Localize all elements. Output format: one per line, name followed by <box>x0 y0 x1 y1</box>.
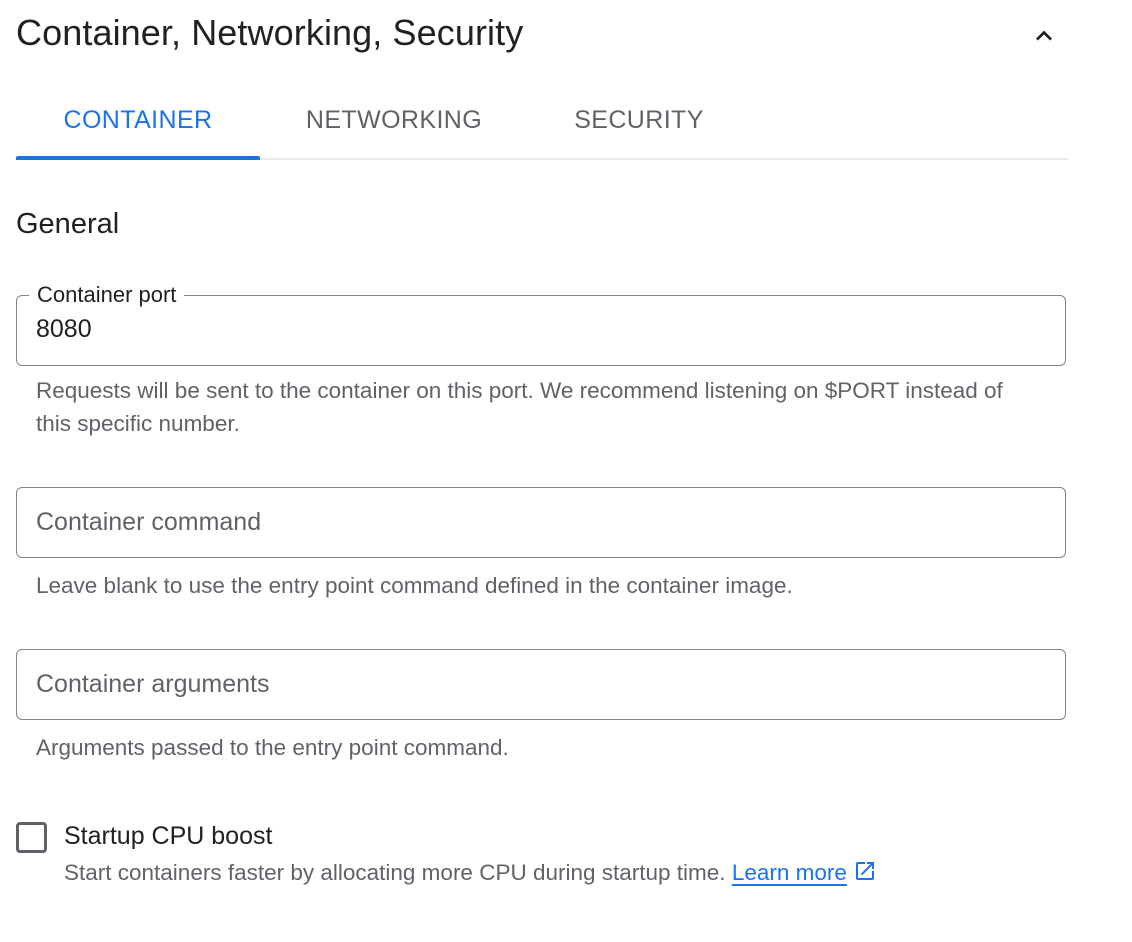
container-arguments-helper: Arguments passed to the entry point comm… <box>36 735 509 760</box>
tab-networking-label: NETWORKING <box>305 105 483 134</box>
general-heading: General <box>16 208 120 240</box>
startup-cpu-boost-description-text: Start containers faster by allocating mo… <box>64 860 726 885</box>
container-arguments-field[interactable]: Container arguments <box>16 649 1066 720</box>
container-port-label: Container port <box>29 281 185 309</box>
learn-more-label[interactable]: Learn more <box>732 860 847 885</box>
learn-more-link[interactable]: Learn more <box>732 860 847 885</box>
container-arguments-placeholder: Container arguments <box>36 670 270 698</box>
section-title: Container, Networking, Security <box>16 12 524 53</box>
tab-container[interactable]: CONTAINER <box>16 84 260 156</box>
container-command-field[interactable]: Container command <box>16 487 1066 558</box>
active-tab-indicator <box>16 156 260 160</box>
tab-security[interactable]: SECURITY <box>528 84 750 156</box>
external-link-icon[interactable] <box>853 859 877 883</box>
tab-container-label: CONTAINER <box>63 105 213 134</box>
collapse-section-button[interactable] <box>1020 14 1068 58</box>
container-port-value[interactable]: 8080 <box>36 315 92 344</box>
container-command-helper: Leave blank to use the entry point comma… <box>36 573 793 598</box>
container-port-helper: Requests will be sent to the container o… <box>36 378 1003 436</box>
startup-cpu-boost-label[interactable]: Startup CPU boost <box>64 822 272 851</box>
container-command-placeholder: Container command <box>36 508 262 536</box>
tab-security-label: SECURITY <box>574 105 704 134</box>
startup-cpu-boost-checkbox[interactable] <box>16 822 47 853</box>
tab-networking[interactable]: NETWORKING <box>260 84 528 156</box>
container-port-field[interactable]: Container port 8080 <box>16 281 1066 366</box>
tab-bar: CONTAINER NETWORKING SECURITY <box>16 84 1068 160</box>
startup-cpu-boost-description: Start containers faster by allocating mo… <box>64 859 877 886</box>
chevron-up-icon <box>1036 30 1052 41</box>
